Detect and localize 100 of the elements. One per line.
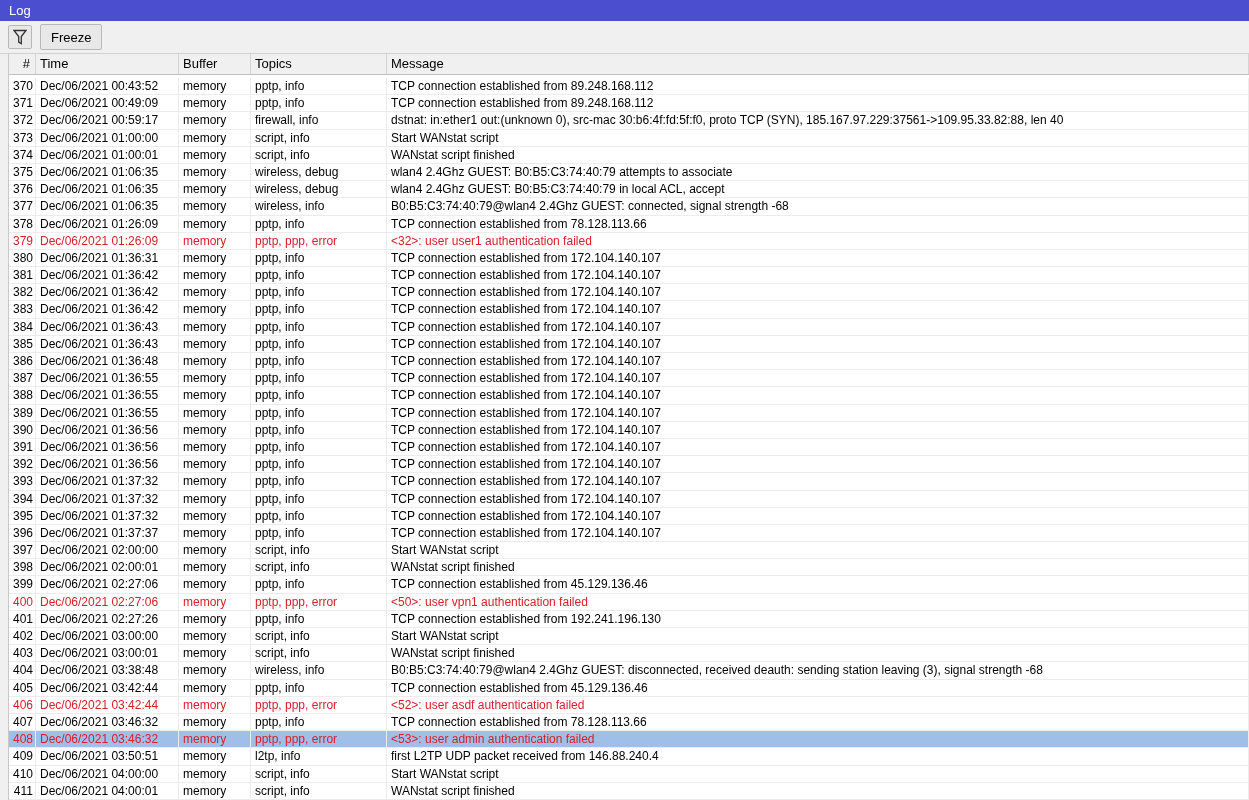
- table-cell: TCP connection established from 78.128.113.66: [387, 713, 1249, 731]
- table-cell: script, info: [251, 782, 387, 799]
- table-cell: Dec/06/2021 01:06:35: [36, 181, 179, 198]
- table-cell: TCP connection established from 172.104.140.107: [387, 387, 1249, 404]
- column-header[interactable]: Buffer: [179, 54, 251, 74]
- table-cell: TCP connection established from 45.129.136.46: [387, 679, 1249, 696]
- table-cell: Dec/06/2021 03:42:44: [36, 696, 179, 713]
- table-cell: 387: [9, 370, 36, 387]
- table-cell: 395: [9, 507, 36, 524]
- table-cell: 383: [9, 301, 36, 318]
- log-row[interactable]: 371 Dec/06/2021 00:49:09 memory pptp, info TCP connection established from 89.248.168.112: [9, 95, 1249, 113]
- table-cell: Dec/06/2021 02:27:26: [36, 610, 179, 627]
- table-cell: Dec/06/2021 03:46:32: [36, 713, 179, 731]
- table-cell: 384: [9, 318, 36, 335]
- table-cell: TCP connection established from 172.104.140.107: [387, 284, 1249, 301]
- table-cell: memory: [179, 249, 251, 267]
- table-cell: Dec/06/2021 01:36:56: [36, 456, 179, 473]
- table-cell: Dec/06/2021 03:42:44: [36, 679, 179, 696]
- log-row[interactable]: 398 Dec/06/2021 02:00:01 memory script, info WANstat script finished: [9, 559, 1249, 577]
- table-cell: <32>: user user1 authentication failed: [387, 232, 1249, 249]
- table-cell: TCP connection established from 172.104.140.107: [387, 438, 1249, 456]
- table-cell: pptp, info: [251, 387, 387, 404]
- table-cell: 398: [9, 559, 36, 576]
- table-cell: memory: [179, 679, 251, 696]
- log-row[interactable]: 386 Dec/06/2021 01:36:48 memory pptp, info TCP connection established from 172.104.140.107: [9, 353, 1249, 371]
- table-cell: pptp, info: [251, 301, 387, 318]
- table-cell: script, info: [251, 129, 387, 146]
- table-cell: WANstat script finished: [387, 559, 1249, 576]
- table-cell: memory: [179, 232, 251, 249]
- table-cell: pptp, info: [251, 713, 387, 731]
- table-cell: memory: [179, 490, 251, 507]
- log-row[interactable]: 388 Dec/06/2021 01:36:55 memory pptp, info TCP connection established from 172.104.140.107: [9, 387, 1249, 405]
- table-cell: 406: [9, 696, 36, 713]
- log-row[interactable]: 404 Dec/06/2021 03:38:48 memory wireless, info B0:B5:C3:74:40:79@wlan4 2.4Ghz GUEST: disconnected, received deauth: sending station leaving (3), signal strength -68: [9, 662, 1249, 680]
- table-cell: pptp, info: [251, 95, 387, 112]
- log-row[interactable]: 381 Dec/06/2021 01:36:42 memory pptp, info TCP connection established from 172.104.140.107: [9, 267, 1249, 285]
- table-cell: 397: [9, 542, 36, 559]
- log-row[interactable]: 393 Dec/06/2021 01:37:32 memory pptp, info TCP connection established from 172.104.140.107: [9, 473, 1249, 491]
- table-cell: memory: [179, 696, 251, 713]
- log-row[interactable]: 370 Dec/06/2021 00:43:52 memory pptp, info TCP connection established from 89.248.168.112: [9, 78, 1249, 96]
- table-cell: Dec/06/2021 01:36:42: [36, 267, 179, 284]
- log-row[interactable]: 387 Dec/06/2021 01:36:55 memory pptp, info TCP connection established from 172.104.140.107: [9, 370, 1249, 388]
- column-header[interactable]: #: [9, 54, 36, 74]
- table-cell: TCP connection established from 172.104.140.107: [387, 456, 1249, 473]
- table-cell: Dec/06/2021 00:49:09: [36, 95, 179, 112]
- table-cell: Dec/06/2021 00:59:17: [36, 112, 179, 129]
- table-cell: first L2TP UDP packet received from 146.88.240.4: [387, 748, 1249, 765]
- table-cell: memory: [179, 645, 251, 662]
- log-row[interactable]: 392 Dec/06/2021 01:36:56 memory pptp, info TCP connection established from 172.104.140.107: [9, 456, 1249, 474]
- log-row[interactable]: 399 Dec/06/2021 02:27:06 memory pptp, info TCP connection established from 45.129.136.46: [9, 576, 1249, 594]
- table-cell: Dec/06/2021 01:36:43: [36, 318, 179, 335]
- table-cell: pptp, info: [251, 456, 387, 473]
- table-cell: pptp, info: [251, 576, 387, 593]
- table-cell: Dec/06/2021 01:36:55: [36, 387, 179, 404]
- table-cell: 409: [9, 748, 36, 765]
- table-cell: 408: [9, 731, 36, 748]
- table-cell: WANstat script finished: [387, 645, 1249, 662]
- table-cell: TCP connection established from 172.104.140.107: [387, 249, 1249, 267]
- table-cell: B0:B5:C3:74:40:79@wlan4 2.4Ghz GUEST: connected, signal strength -68: [387, 198, 1249, 215]
- table-cell: pptp, info: [251, 335, 387, 352]
- log-row[interactable]: 376 Dec/06/2021 01:06:35 memory wireless, debug wlan4 2.4Ghz GUEST: B0:B5:C3:74:40:79 in local ACL, accept: [9, 181, 1249, 199]
- log-row[interactable]: 377 Dec/06/2021 01:06:35 memory wireless, info B0:B5:C3:74:40:79@wlan4 2.4Ghz GUEST: connected, signal strength -68: [9, 198, 1249, 216]
- freeze-button[interactable]: Freeze: [40, 24, 103, 50]
- table-cell: 386: [9, 353, 36, 370]
- column-header[interactable]: Message: [387, 54, 1249, 74]
- table-cell: pptp, info: [251, 524, 387, 542]
- column-header[interactable]: Topics: [251, 54, 387, 74]
- table-cell: 371: [9, 95, 36, 112]
- log-row[interactable]: 372 Dec/06/2021 00:59:17 memory firewall, info dstnat: in:ether1 out:(unknown 0), src-mac 30:b6:4f:fd:5f:f0, proto TCP (SYN), 185.167.97.229:37561->109.95.33.82:88, len 40: [9, 112, 1249, 130]
- table-cell: 375: [9, 163, 36, 181]
- table-cell: <53>: user admin authentication failed: [387, 731, 1249, 748]
- table-cell: memory: [179, 284, 251, 301]
- table-cell: pptp, info: [251, 370, 387, 387]
- log-row[interactable]: 402 Dec/06/2021 03:00:00 memory script, info Start WANstat script: [9, 628, 1249, 646]
- table-cell: Dec/06/2021 02:00:00: [36, 542, 179, 559]
- log-row[interactable]: 382 Dec/06/2021 01:36:42 memory pptp, info TCP connection established from 172.104.140.107: [9, 284, 1249, 302]
- table-cell: memory: [179, 576, 251, 593]
- log-row[interactable]: 383 Dec/06/2021 01:36:42 memory pptp, info TCP connection established from 172.104.140.107: [9, 301, 1249, 319]
- table-cell: memory: [179, 404, 251, 421]
- table-cell: pptp, info: [251, 215, 387, 232]
- table-cell: memory: [179, 593, 251, 610]
- column-header[interactable]: Time: [36, 54, 179, 74]
- table-cell: 404: [9, 662, 36, 679]
- log-row[interactable]: 403 Dec/06/2021 03:00:01 memory script, info WANstat script finished: [9, 645, 1249, 663]
- table-cell: memory: [179, 713, 251, 731]
- table-cell: memory: [179, 731, 251, 748]
- log-row[interactable]: 397 Dec/06/2021 02:00:00 memory script, info Start WANstat script: [9, 542, 1249, 560]
- table-cell: pptp, info: [251, 473, 387, 490]
- table-cell: Dec/06/2021 01:37:37: [36, 524, 179, 542]
- table-cell: wireless, info: [251, 198, 387, 215]
- table-cell: TCP connection established from 89.248.168.112: [387, 78, 1249, 95]
- table-cell: Dec/06/2021 01:36:56: [36, 438, 179, 456]
- table-cell: Dec/06/2021 02:27:06: [36, 593, 179, 610]
- table-cell: Dec/06/2021 02:27:06: [36, 576, 179, 593]
- table-cell: memory: [179, 662, 251, 679]
- table-cell: memory: [179, 473, 251, 490]
- table-cell: TCP connection established from 172.104.140.107: [387, 421, 1249, 438]
- log-row[interactable]: 409 Dec/06/2021 03:50:51 memory l2tp, info first L2TP UDP packet received from 146.88.240.4: [9, 748, 1249, 766]
- table-cell: TCP connection established from 172.104.140.107: [387, 267, 1249, 284]
- filter-button[interactable]: [8, 25, 32, 49]
